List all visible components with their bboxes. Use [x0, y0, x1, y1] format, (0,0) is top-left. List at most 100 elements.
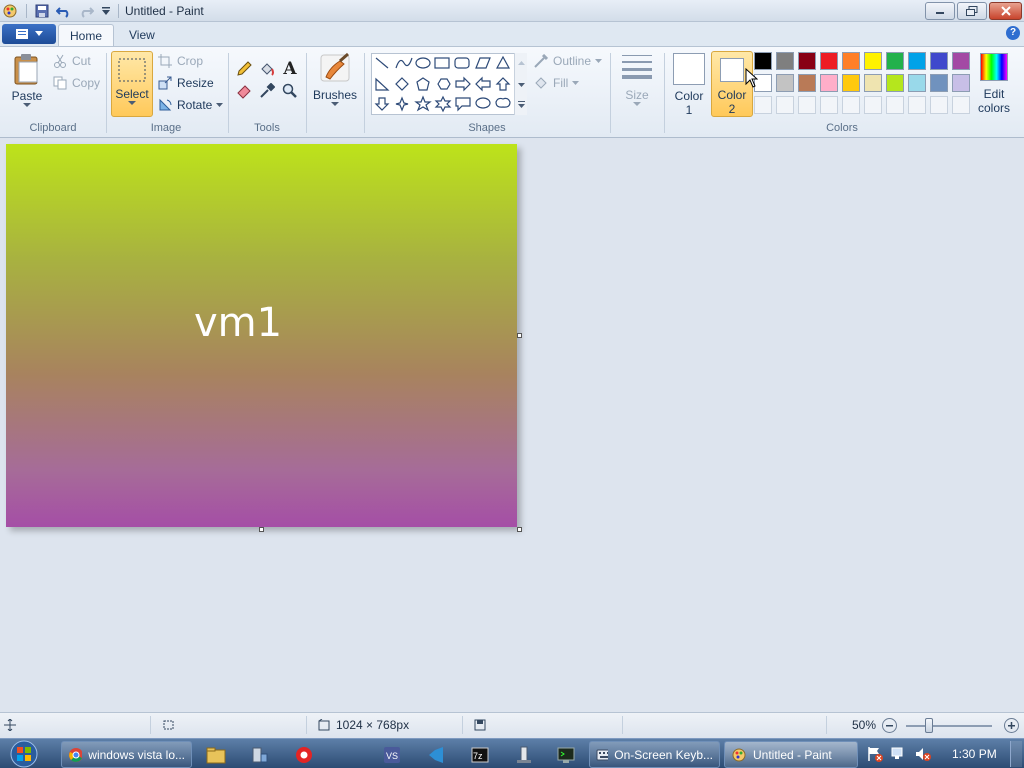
- color1-label: Color: [674, 89, 704, 103]
- vscode-icon[interactable]: [417, 742, 455, 767]
- palette-color-swatch[interactable]: [776, 52, 794, 70]
- minimize-button[interactable]: [925, 2, 955, 20]
- 7zip-icon[interactable]: 7z: [461, 742, 499, 767]
- tools-group-label: Tools: [254, 122, 280, 134]
- zoom-slider-track[interactable]: [906, 725, 992, 727]
- zoom-slider-thumb[interactable]: [925, 718, 933, 733]
- custom-color-slot[interactable]: [908, 96, 926, 114]
- network-tool-icon[interactable]: [241, 742, 279, 767]
- palette-color-swatch[interactable]: [798, 74, 816, 92]
- six-point-star-shape-icon: [434, 95, 452, 113]
- line-shape-icon: [375, 57, 389, 69]
- taskbar-paint-button[interactable]: Untitled - Paint: [724, 741, 858, 768]
- palette-color-swatch[interactable]: [842, 74, 860, 92]
- fill-bucket-icon[interactable]: [257, 59, 277, 79]
- edit-colors-button[interactable]: Edit colors: [973, 51, 1015, 117]
- paint-app-icon[interactable]: [2, 3, 18, 19]
- shapes-gallery[interactable]: [371, 53, 527, 115]
- volume-muted-icon[interactable]: [914, 746, 932, 765]
- text-icon[interactable]: A: [280, 59, 300, 79]
- palette-color-swatch[interactable]: [952, 52, 970, 70]
- paste-label: Paste: [11, 89, 43, 103]
- palette-color-swatch[interactable]: [820, 52, 838, 70]
- magnifier-icon[interactable]: [280, 81, 300, 101]
- taskbar-chrome-button[interactable]: windows vista lo...: [61, 741, 192, 768]
- resize-button[interactable]: Resize: [157, 73, 214, 93]
- outline-button[interactable]: Outline: [533, 51, 603, 71]
- custom-color-slot[interactable]: [820, 96, 838, 114]
- eraser-icon[interactable]: [234, 81, 254, 101]
- file-size-icon: [474, 719, 486, 734]
- custom-color-slot[interactable]: [864, 96, 882, 114]
- palette-color-swatch[interactable]: [908, 74, 926, 92]
- crop-button[interactable]: Crop: [157, 51, 203, 71]
- fill-button[interactable]: Fill: [533, 73, 580, 93]
- palette-color-swatch[interactable]: [820, 74, 838, 92]
- group-divider: [306, 53, 307, 133]
- color2-swatch: [720, 58, 744, 82]
- palette-color-swatch[interactable]: [864, 52, 882, 70]
- left-arrow-shape-icon: [475, 76, 491, 92]
- size-label: Size: [625, 88, 649, 102]
- shapes-scrollbar[interactable]: [514, 53, 527, 115]
- color-picker-icon[interactable]: [257, 81, 277, 101]
- scroll-up-icon: [518, 61, 525, 65]
- palette-color-swatch[interactable]: [930, 52, 948, 70]
- redo-icon[interactable]: [78, 3, 94, 19]
- custom-color-slot[interactable]: [798, 96, 816, 114]
- paste-button[interactable]: Paste: [8, 53, 46, 115]
- palette-color-swatch[interactable]: [864, 74, 882, 92]
- record-icon[interactable]: [285, 742, 323, 767]
- brushes-button[interactable]: Brushes: [312, 51, 358, 117]
- palette-color-swatch[interactable]: [776, 74, 794, 92]
- start-button[interactable]: [4, 739, 44, 768]
- custom-color-slot[interactable]: [776, 96, 794, 114]
- size-button[interactable]: Size: [616, 51, 658, 117]
- custom-color-slot[interactable]: [754, 96, 772, 114]
- tab-home[interactable]: Home: [58, 24, 115, 46]
- color1-button[interactable]: Color 1: [669, 51, 709, 117]
- action-center-icon[interactable]: [866, 746, 884, 765]
- terminal-icon[interactable]: [547, 742, 585, 767]
- palette-color-swatch[interactable]: [908, 52, 926, 70]
- pencil-icon[interactable]: [234, 59, 254, 79]
- palette-color-swatch[interactable]: [930, 74, 948, 92]
- save-icon[interactable]: [34, 3, 50, 19]
- zoom-in-button[interactable]: [1004, 718, 1019, 733]
- customize-quick-access-icon[interactable]: [98, 3, 114, 19]
- explorer-icon[interactable]: [197, 742, 235, 767]
- palette-color-swatch[interactable]: [798, 52, 816, 70]
- custom-color-slot[interactable]: [930, 96, 948, 114]
- curve-shape-icon: [395, 57, 413, 69]
- palette-color-swatch[interactable]: [842, 52, 860, 70]
- resize-handle-right[interactable]: [517, 333, 522, 338]
- network-icon[interactable]: [890, 746, 908, 765]
- cut-button[interactable]: Cut: [52, 51, 91, 71]
- custom-color-slot[interactable]: [952, 96, 970, 114]
- copy-button[interactable]: Copy: [52, 73, 100, 93]
- undo-icon[interactable]: [56, 3, 72, 19]
- usb-drive-icon[interactable]: [505, 742, 543, 767]
- hexagon-shape-icon: [437, 78, 451, 90]
- select-button[interactable]: Select: [111, 51, 153, 117]
- palette-color-swatch[interactable]: [886, 52, 904, 70]
- custom-color-slot[interactable]: [842, 96, 860, 114]
- resize-handle-corner[interactable]: [517, 527, 522, 532]
- chevron-down-icon: [633, 102, 641, 106]
- tab-view[interactable]: View: [118, 24, 166, 46]
- outline-label: Outline: [553, 54, 592, 68]
- zoom-out-button[interactable]: [882, 718, 897, 733]
- close-button[interactable]: [989, 2, 1022, 20]
- custom-color-slot[interactable]: [886, 96, 904, 114]
- palette-color-swatch[interactable]: [886, 74, 904, 92]
- paint-menu-button[interactable]: [2, 24, 56, 44]
- palette-color-swatch[interactable]: [952, 74, 970, 92]
- help-icon[interactable]: ?: [1006, 26, 1020, 40]
- five-point-star-shape-icon: [414, 95, 432, 112]
- rotate-button[interactable]: Rotate: [157, 95, 224, 115]
- show-desktop-button[interactable]: [1010, 741, 1022, 767]
- taskbar-osk-button[interactable]: On-Screen Keyb...: [589, 741, 720, 768]
- visual-studio-icon[interactable]: VS: [373, 742, 411, 767]
- restore-button[interactable]: [957, 2, 987, 20]
- resize-handle-bottom[interactable]: [259, 527, 264, 532]
